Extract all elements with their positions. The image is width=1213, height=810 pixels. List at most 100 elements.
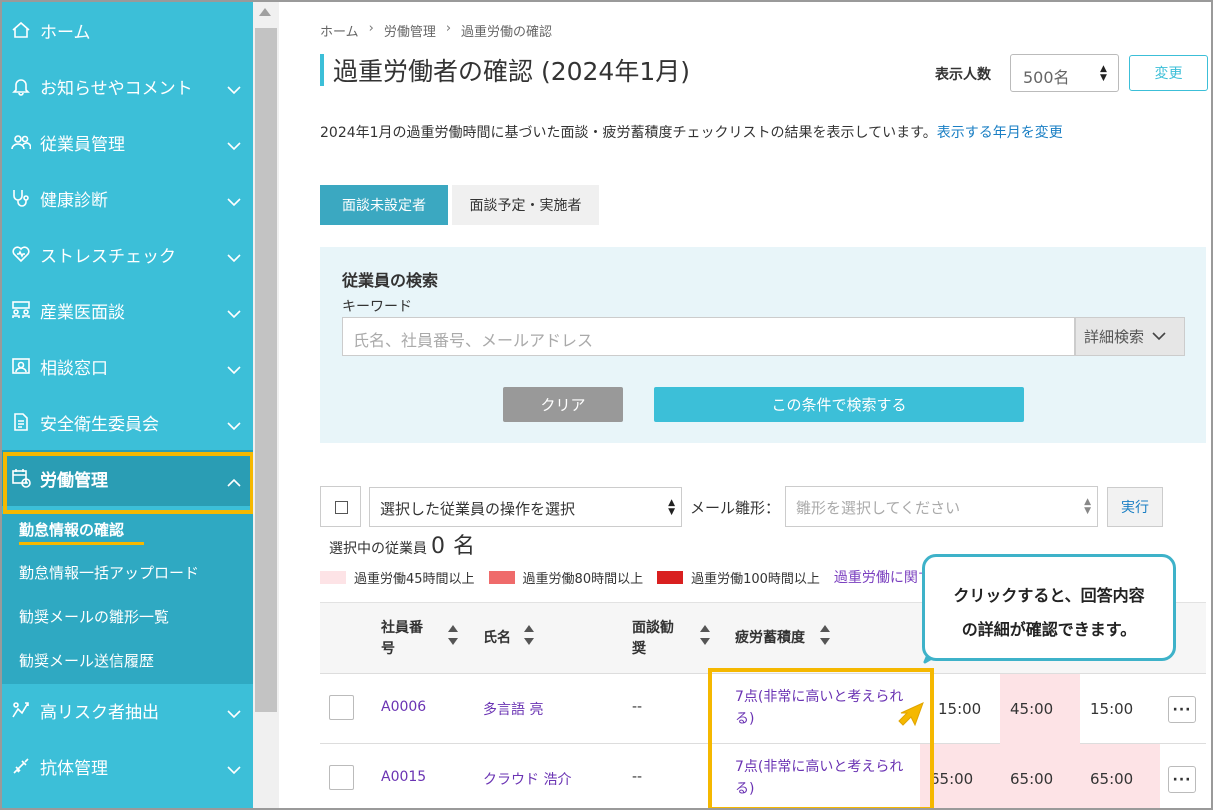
select-arrows-icon: ▲ ▼: [1084, 497, 1091, 516]
submenu-mail-history[interactable]: 勧奨メール送信履歴: [19, 650, 154, 671]
bulk-action-select[interactable]: 選択した従業員の操作を選択 ▲ ▼: [369, 487, 682, 527]
chevron-down-icon: [227, 80, 241, 95]
tab-no-interview[interactable]: 面談未設定者: [320, 185, 448, 225]
employee-name-link[interactable]: 多言語 亮: [483, 699, 543, 719]
active-submenu-underline: [19, 542, 144, 545]
hours-cell: 45:00: [1000, 674, 1080, 744]
people-icon: [10, 131, 32, 153]
tab-interview-scheduled[interactable]: 面談予定・実施者: [452, 185, 599, 225]
display-count-value: 500名: [1023, 68, 1070, 87]
scrollbar-thumb[interactable]: [255, 28, 277, 712]
breadcrumb: ホーム › 労働管理 › 過重労働の確認: [320, 21, 552, 40]
breadcrumb-current: 過重労働の確認: [461, 25, 553, 40]
header-interview[interactable]: 面談勧奨: [632, 618, 678, 660]
employee-name-link[interactable]: クラウド 浩介: [483, 769, 571, 789]
run-button[interactable]: 実行: [1107, 487, 1163, 527]
change-count-button[interactable]: 変更: [1129, 55, 1208, 91]
document-icon: [10, 411, 32, 433]
risk-icon: [10, 699, 32, 721]
fatigue-score-link[interactable]: 7点(非常に高いと考えられる): [735, 756, 920, 800]
meeting-icon: [10, 299, 32, 321]
sidebar-item-doctor-interview[interactable]: 産業医面談: [2, 282, 253, 338]
legend-label: 過重労働80時間以上: [522, 571, 644, 587]
sidebar-item-committee[interactable]: 安全衛生委員会: [2, 394, 253, 450]
keyword-search-input[interactable]: 氏名、社員番号、メールアドレス: [342, 317, 1075, 356]
bulk-action-value: 選択した従業員の操作を選択: [380, 500, 576, 518]
syringe-icon: [10, 755, 32, 777]
change-period-link[interactable]: 表示する年月を変更: [937, 125, 1063, 141]
sidebar-item-antibody[interactable]: 抗体管理: [2, 738, 253, 794]
clear-button[interactable]: クリア: [503, 387, 623, 422]
sidebar-item-employees[interactable]: 従業員管理: [2, 114, 253, 170]
sidebar-item-consultation[interactable]: 相談窓口: [2, 338, 253, 394]
hours-cell: 65:00: [1080, 744, 1160, 808]
legend-item-100h: 過重労働100時間以上: [657, 568, 820, 587]
submenu-attendance-upload[interactable]: 勤怠情報一括アップロード: [19, 562, 199, 583]
sidebar-item-home[interactable]: ホーム: [2, 2, 253, 58]
breadcrumb-separator-icon: ›: [368, 21, 374, 36]
hours-cell: 65:00: [1000, 744, 1080, 808]
more-options-button[interactable]: ···: [1168, 696, 1196, 723]
row-checkbox[interactable]: [329, 765, 354, 790]
home-icon: [10, 19, 32, 41]
sidebar-item-label: お知らせやコメント: [40, 78, 193, 99]
breadcrumb-separator-icon: ›: [445, 21, 452, 36]
table-row: A0015 クラウド 浩介 -- 7点(非常に高いと考えられる) 65:00 6…: [320, 744, 1206, 808]
sidebar-item-checkup[interactable]: 健康診断: [2, 170, 253, 226]
display-count-label: 表示人数: [935, 67, 991, 83]
sidebar-item-stress-check[interactable]: ストレスチェック: [2, 226, 253, 282]
keyword-label: キーワード: [342, 299, 412, 315]
consult-icon: [10, 355, 32, 377]
table-row: A0006 多言語 亮 -- 7点(非常に高いと考えられる) 15:00 45:…: [320, 674, 1206, 744]
row-checkbox[interactable]: [329, 695, 354, 720]
page-description: 2024年1月の過重労働時間に基づいた面談・疲労蓄積度チェックリストの結果を表示…: [320, 122, 1063, 142]
main-content: ホーム › 労働管理 › 過重労働の確認 過重労働者の確認 (2024年1月) …: [279, 2, 1211, 808]
scroll-up-arrow-icon[interactable]: [259, 8, 271, 16]
sidebar-item-notices[interactable]: お知らせやコメント: [2, 58, 253, 114]
mail-template-label: メール雛形：: [690, 499, 781, 517]
selected-count-value: 0: [431, 534, 445, 559]
employee-id-link[interactable]: A0006: [381, 699, 426, 715]
header-fatigue[interactable]: 疲労蓄積度: [735, 628, 805, 649]
legend-swatch: [488, 570, 515, 584]
calendar-clock-icon: [10, 467, 32, 489]
legend-item-45h: 過重労働45時間以上: [320, 568, 475, 587]
submenu-mail-templates[interactable]: 勧奨メールの雛形一覧: [19, 606, 169, 627]
submenu-attendance-check[interactable]: 勤怠情報の確認: [19, 519, 124, 540]
sidebar-item-high-risk[interactable]: 高リスク者抽出: [2, 682, 253, 738]
overtime-legend: 過重労働45時間以上 過重労働80時間以上 過重労働100時間以上 過重労働に関…: [320, 567, 932, 587]
overtime-info-link[interactable]: 過重労働に関す: [834, 567, 932, 587]
title-accent-bar: [320, 54, 324, 86]
header-name[interactable]: 氏名: [483, 628, 511, 649]
search-submit-button[interactable]: この条件で検索する: [654, 387, 1024, 422]
sidebar-item-label: 相談窓口: [40, 358, 108, 379]
advanced-search-label: 詳細検索: [1084, 328, 1145, 346]
stethoscope-icon: [10, 187, 32, 209]
search-title: 従業員の検索: [342, 271, 439, 290]
sidebar-item-label: ホーム: [40, 22, 91, 43]
select-all-checkbox[interactable]: [320, 486, 361, 527]
more-options-button[interactable]: ···: [1168, 766, 1196, 793]
interview-value: --: [632, 699, 643, 715]
sidebar-item-label: 安全衛生委員会: [40, 414, 159, 435]
header-employee-id[interactable]: 社員番号: [381, 618, 427, 660]
selected-count: 選択中の従業員 0 名: [329, 528, 475, 560]
labor-submenu: 勤怠情報の確認 勤怠情報一括アップロード 勧奨メールの雛形一覧 勧奨メール送信履…: [2, 514, 253, 684]
chevron-down-icon: [227, 248, 241, 263]
advanced-search-button[interactable]: 詳細検索: [1075, 317, 1185, 356]
callout-line-2: の詳細が確認できます。: [961, 620, 1137, 639]
chevron-down-icon: [1152, 332, 1166, 341]
sidebar-item-label: 産業医面談: [40, 302, 125, 323]
chevron-down-icon: [227, 760, 241, 775]
chevron-down-icon: [227, 304, 241, 319]
sidebar-item-label: 健康診断: [40, 190, 108, 211]
select-arrows-icon: ▲ ▼: [1100, 64, 1107, 83]
display-count-select[interactable]: 500名 ▲ ▼: [1010, 54, 1119, 92]
mail-template-select[interactable]: 雛形を選択してください ▲ ▼: [785, 486, 1098, 527]
fatigue-score-link[interactable]: 7点(非常に高いと考えられる): [735, 686, 920, 730]
breadcrumb-home[interactable]: ホーム: [320, 21, 359, 40]
sidebar-item-label: ストレスチェック: [40, 246, 176, 267]
breadcrumb-labor[interactable]: 労働管理: [384, 21, 436, 40]
sidebar-item-labor-management[interactable]: 労働管理: [2, 450, 253, 506]
employee-id-link[interactable]: A0015: [381, 769, 426, 785]
